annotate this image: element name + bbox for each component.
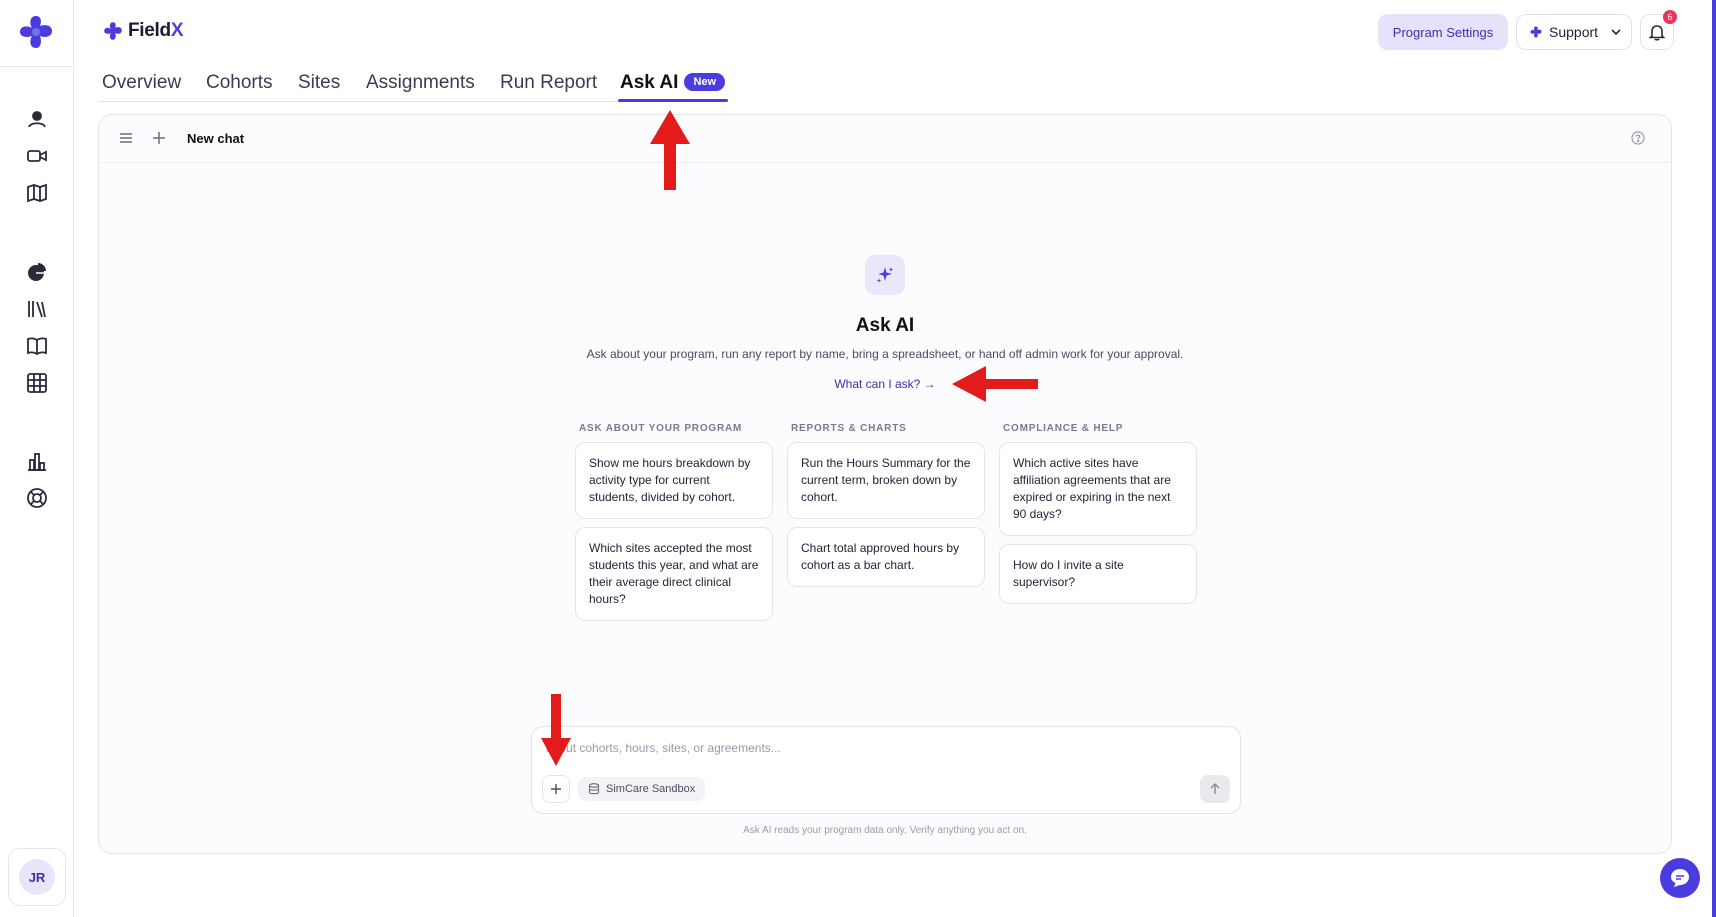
attach-button[interactable]: [542, 775, 570, 803]
chevron-down-icon: [1610, 26, 1622, 38]
suggestion-card[interactable]: Which sites accepted the most students t…: [575, 527, 773, 621]
sidebar-divider: [0, 66, 73, 67]
brand-logo-icon: [102, 20, 124, 42]
sparkle-icon: [1529, 25, 1543, 39]
video-icon[interactable]: [24, 143, 50, 169]
help-icon[interactable]: [1631, 131, 1645, 145]
app-logo-icon[interactable]: [16, 12, 56, 52]
chat-title: New chat: [187, 131, 245, 146]
tab-ask-ai[interactable]: Ask AI New: [620, 72, 726, 94]
suggestion-column-reports: REPORTS & CHARTS Run the Hours Summary f…: [787, 423, 985, 595]
hero-subtitle: Ask about your program, run any report b…: [586, 347, 1184, 361]
chat-composer: SimCare Sandbox: [531, 726, 1241, 814]
tab-sites[interactable]: Sites: [298, 72, 340, 94]
bar-chart-icon[interactable]: [24, 448, 50, 474]
suggestion-column-compliance: COMPLIANCE & HELP Which active sites hav…: [999, 423, 1197, 612]
new-chat-plus-icon[interactable]: [151, 130, 167, 146]
suggestion-card[interactable]: Which active sites have affiliation agre…: [999, 442, 1197, 536]
what-can-i-ask-link[interactable]: What can I ask? →: [99, 377, 1671, 391]
chat-panel: New chat Ask AI Ask about your program, …: [98, 114, 1672, 854]
brand[interactable]: FieldX: [102, 18, 184, 44]
suggestion-card[interactable]: Show me hours breakdown by activity type…: [575, 442, 773, 519]
life-buoy-icon[interactable]: [24, 485, 50, 511]
user-circle-icon[interactable]: [24, 106, 50, 132]
tab-run-report[interactable]: Run Report: [500, 72, 597, 94]
active-tab-indicator: [618, 99, 728, 102]
column-heading: ASK ABOUT YOUR PROGRAM: [579, 423, 743, 434]
column-heading: REPORTS & CHARTS: [791, 423, 907, 434]
suggestion-card[interactable]: Run the Hours Summary for the current te…: [787, 442, 985, 519]
pie-chart-icon[interactable]: [24, 259, 50, 285]
suggestion-card[interactable]: Chart total approved hours by cohort as …: [787, 527, 985, 587]
plus-icon: [550, 783, 562, 795]
support-chat-button[interactable]: [1660, 858, 1700, 898]
context-chip[interactable]: SimCare Sandbox: [578, 777, 706, 801]
support-label: Support: [1549, 24, 1599, 40]
program-settings-button[interactable]: Program Settings: [1378, 14, 1508, 50]
annotation-arrow-left-icon: [952, 366, 1038, 402]
chat-bubble-icon: [1669, 867, 1691, 889]
scrollbar-edge: [1712, 0, 1716, 917]
tab-assignments[interactable]: Assignments: [366, 72, 475, 94]
chat-toolbar: New chat: [99, 115, 1671, 163]
suggestion-card[interactable]: How do I invite a site supervisor?: [999, 544, 1197, 604]
suggestion-column-program: ASK ABOUT YOUR PROGRAM Show me hours bre…: [575, 423, 773, 629]
map-icon[interactable]: [24, 180, 50, 206]
hero-title: Ask AI: [855, 315, 915, 336]
support-button[interactable]: Support: [1516, 14, 1632, 50]
tab-cohorts[interactable]: Cohorts: [206, 72, 273, 94]
annotation-arrow-up-icon: [650, 110, 690, 190]
tab-ask-ai-label: Ask AI: [620, 72, 679, 93]
send-button[interactable]: [1200, 775, 1230, 803]
book-icon[interactable]: [24, 333, 50, 359]
arrow-up-icon: [1209, 783, 1221, 795]
composer-disclaimer: Ask AI reads your program data only. Ver…: [743, 825, 1027, 836]
chat-input[interactable]: [546, 737, 1226, 759]
database-icon: [588, 783, 600, 795]
tab-overview[interactable]: Overview: [102, 72, 181, 94]
context-chip-label: SimCare Sandbox: [606, 783, 696, 795]
bell-icon: [1648, 23, 1666, 41]
user-menu[interactable]: JR: [8, 848, 66, 906]
tab-bar: Overview Cohorts Sites Assignments Run R…: [98, 66, 1698, 102]
brand-name: FieldX: [128, 20, 184, 41]
notifications-button[interactable]: 6: [1640, 10, 1677, 50]
sidebar: JR: [0, 0, 74, 917]
avatar[interactable]: JR: [19, 859, 55, 895]
ai-sparkle-icon: [865, 255, 905, 295]
notification-badge: 6: [1663, 10, 1677, 24]
new-badge: New: [684, 73, 726, 91]
library-icon[interactable]: [24, 296, 50, 322]
annotation-arrow-down-icon: [541, 694, 571, 766]
column-heading: COMPLIANCE & HELP: [1003, 423, 1124, 434]
grid-icon[interactable]: [24, 370, 50, 396]
menu-icon[interactable]: [119, 131, 133, 145]
